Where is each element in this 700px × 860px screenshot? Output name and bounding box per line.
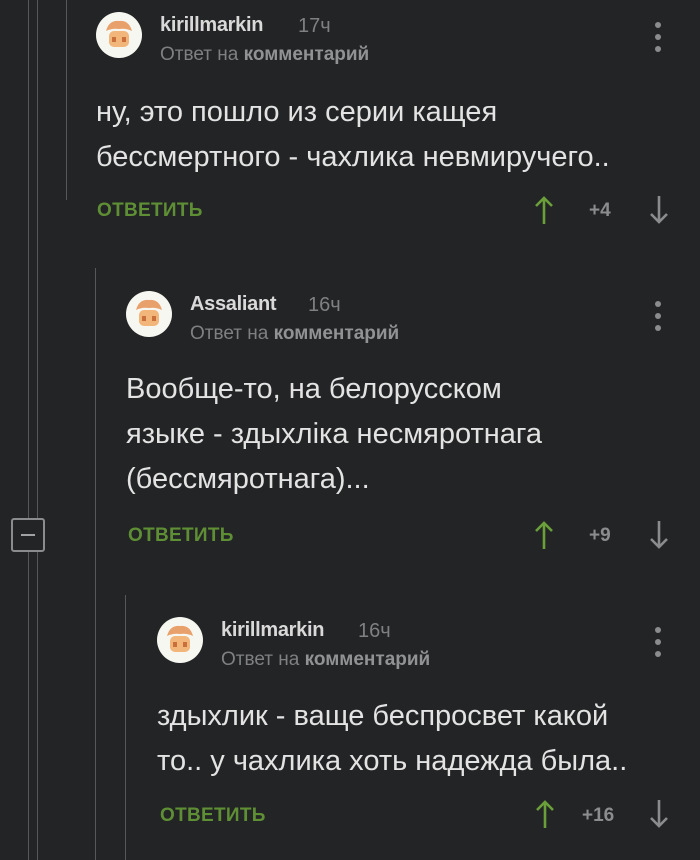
downvote-arrow-icon[interactable] — [649, 195, 669, 225]
comment-text: ну, это пошло из серии кащея бессмертног… — [96, 90, 610, 180]
comment-text-line: здыхлик - ваще беспросвет какой — [157, 700, 609, 732]
thread-line-root — [28, 0, 29, 518]
avatar-icon[interactable] — [157, 617, 203, 663]
comment-time: 16ч — [308, 294, 341, 316]
reply-to-prefix: Ответ на — [221, 649, 300, 670]
reply-to-link[interactable]: Ответ на комментарий — [190, 323, 399, 345]
reply-to-target[interactable]: комментарий — [274, 323, 400, 344]
thread-line-level-1 — [66, 0, 67, 200]
reply-to-prefix: Ответ на — [190, 323, 269, 344]
more-options-icon[interactable] — [654, 627, 662, 657]
comment-1: kirillmarkin 17ч Ответ на комментарий ну… — [96, 12, 700, 232]
reply-to-link[interactable]: Ответ на комментарий — [160, 44, 369, 66]
comment-author[interactable]: Assaliant — [190, 293, 277, 316]
upvote-arrow-icon[interactable] — [534, 195, 554, 225]
reply-button[interactable]: ОТВЕТИТЬ — [128, 525, 234, 547]
comment-time: 16ч — [358, 620, 391, 642]
thread-line-root-lower — [28, 552, 29, 860]
comment-text-line: языке - здыхліка несмяротнага — [126, 418, 542, 450]
reply-to-target[interactable]: комментарий — [244, 44, 370, 65]
collapse-thread-icon — [21, 534, 35, 536]
downvote-arrow-icon[interactable] — [649, 520, 669, 550]
reply-button[interactable]: ОТВЕТИТЬ — [97, 200, 203, 222]
comment-author[interactable]: kirillmarkin — [221, 619, 324, 642]
comment-text-line: бессмертного - чахлика невмиручего.. — [96, 141, 610, 173]
collapse-thread-button[interactable] — [11, 518, 45, 552]
thread-line-level-3 — [125, 595, 126, 860]
comment-text-line: ну, это пошло из серии кащея — [96, 96, 498, 128]
thread-line-root-b — [37, 0, 38, 518]
vote-score: +9 — [589, 525, 611, 546]
reply-button[interactable]: ОТВЕТИТЬ — [160, 805, 266, 827]
reply-to-link[interactable]: Ответ на комментарий — [221, 649, 430, 671]
comment-text: Вообще-то, на белорусском языке - здыхлі… — [126, 367, 542, 502]
comment-2: Assaliant 16ч Ответ на комментарий Вообщ… — [126, 291, 700, 561]
thread-line-level-2 — [95, 268, 96, 860]
upvote-arrow-icon[interactable] — [534, 520, 554, 550]
comment-author[interactable]: kirillmarkin — [160, 14, 263, 37]
thread-line-root-b-lower — [37, 552, 38, 860]
comments-thread: kirillmarkin 17ч Ответ на комментарий ну… — [0, 0, 700, 860]
comment-time: 17ч — [298, 15, 331, 37]
avatar-icon[interactable] — [96, 12, 142, 58]
avatar-icon[interactable] — [126, 291, 172, 337]
more-options-icon[interactable] — [654, 301, 662, 331]
comment-text: здыхлик - ваще беспросвет какой то.. у ч… — [157, 694, 627, 784]
vote-score: +16 — [582, 805, 615, 826]
reply-to-prefix: Ответ на — [160, 44, 239, 65]
more-options-icon[interactable] — [654, 22, 662, 52]
upvote-arrow-icon[interactable] — [535, 799, 555, 829]
comment-text-line: Вообще-то, на белорусском — [126, 373, 502, 405]
comment-3: kirillmarkin 16ч Ответ на комментарий зд… — [157, 617, 700, 847]
comment-text-line: то.. у чахлика хоть надежда была.. — [157, 745, 628, 777]
reply-to-target[interactable]: комментарий — [305, 649, 431, 670]
comment-text-line: (бессмяротнага)... — [126, 463, 370, 495]
downvote-arrow-icon[interactable] — [649, 799, 669, 829]
vote-score: +4 — [589, 200, 611, 221]
